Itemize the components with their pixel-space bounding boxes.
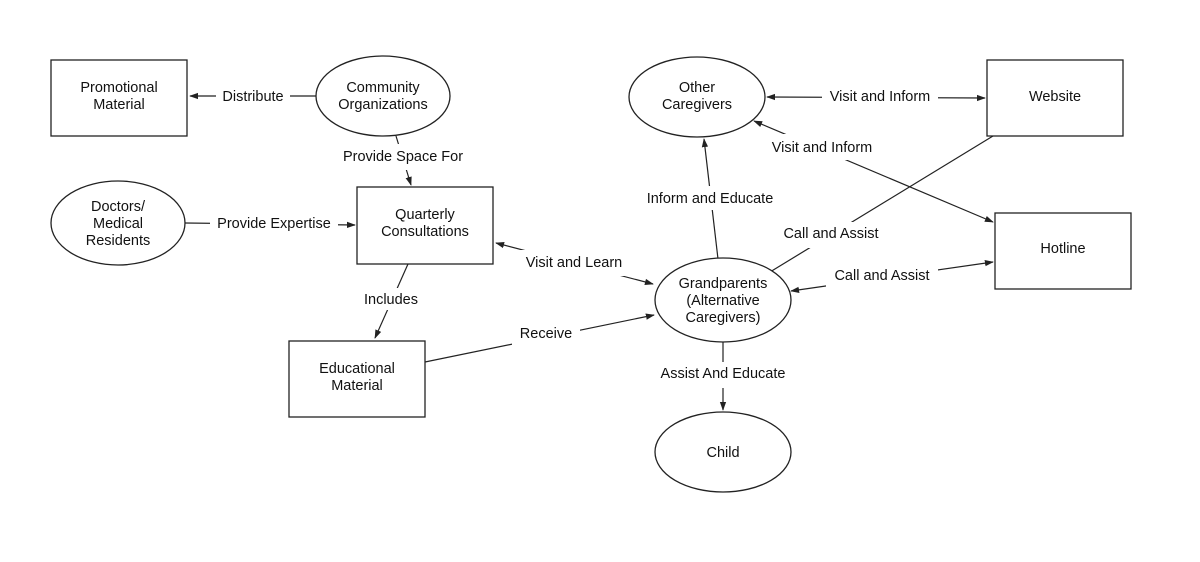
edge-provide-space-for: Provide Space For — [336, 135, 470, 186]
node-label-line: Promotional — [80, 80, 157, 96]
node-promotional-material: Promotional Material — [50, 59, 188, 137]
node-label-line: Educational — [319, 361, 395, 377]
node-shape — [315, 55, 451, 137]
edge-call-and-assist-hotline: Call and Assist — [790, 260, 994, 293]
edge-label-receive: Receive — [520, 326, 572, 342]
edge-label-call-and-assist-website: Call and Assist — [783, 226, 878, 242]
edge-label-provide-space-for: Provide Space For — [343, 149, 463, 165]
node-child: Child — [654, 411, 792, 493]
edge-label-distribute: Distribute — [222, 89, 283, 105]
node-label-line: Consultations — [381, 224, 469, 240]
edge-label-visit-and-inform-hotline: Visit and Inform — [772, 140, 872, 156]
node-label-line: Website — [1029, 89, 1081, 105]
edge-visit-and-inform-hotline: Visit and Inform — [753, 120, 994, 223]
edge-label-inform-and-educate: Inform and Educate — [647, 191, 774, 207]
node-label-line: Grandparents — [679, 276, 768, 292]
node-hotline: Hotline — [994, 212, 1132, 290]
node-label-line: Caregivers) — [686, 310, 761, 326]
edge-label-visit-and-learn: Visit and Learn — [526, 255, 622, 271]
edge-distribute: Distribute — [189, 86, 316, 106]
node-label-line: Material — [331, 378, 383, 394]
node-label-line: (Alternative — [686, 293, 759, 309]
edge-visit-and-inform-website: Visit and Inform — [766, 86, 986, 108]
edge-label-visit-and-inform-website: Visit and Inform — [830, 89, 930, 105]
node-label-line: Residents — [86, 233, 150, 249]
edge-assist-and-educate: Assist And Educate — [652, 342, 794, 411]
node-doctors-medical-residents: Doctors/ Medical Residents — [50, 180, 186, 266]
node-label-line: Community — [346, 80, 420, 96]
node-label-line: Medical — [93, 216, 143, 232]
node-label-line: Hotline — [1040, 241, 1085, 257]
node-label-line: Caregivers — [662, 97, 732, 113]
node-label-line: Doctors/ — [91, 199, 146, 215]
edge-label-call-and-assist-hotline: Call and Assist — [834, 268, 929, 284]
node-other-caregivers: Other Caregivers — [628, 56, 766, 138]
node-website: Website — [986, 59, 1124, 137]
node-label-line: Quarterly — [395, 207, 455, 223]
edge-provide-expertise: Provide Expertise — [184, 212, 356, 234]
edge-label-assist-and-educate: Assist And Educate — [661, 366, 786, 382]
node-label-line: Material — [93, 97, 145, 113]
node-grandparents: Grandparents (Alternative Caregivers) — [654, 257, 792, 343]
node-educational-material: Educational Material — [288, 340, 426, 418]
edge-visit-and-learn: Visit and Learn — [495, 241, 654, 286]
edge-label-includes: Includes — [364, 292, 418, 308]
edge-label-provide-expertise: Provide Expertise — [217, 216, 331, 232]
diagram-canvas: Distribute Provide Space For Provide Exp… — [50, 55, 1132, 493]
node-community-organizations: Community Organizations — [315, 55, 451, 137]
edge-includes: Includes — [358, 263, 426, 339]
node-label-line: Other — [679, 80, 715, 96]
node-label-line: Organizations — [338, 97, 427, 113]
edge-receive: Receive — [424, 313, 655, 363]
edge-inform-and-educate: Inform and Educate — [640, 138, 782, 260]
node-label-line: Child — [706, 445, 739, 461]
node-quarterly-consultations: Quarterly Consultations — [356, 186, 494, 265]
